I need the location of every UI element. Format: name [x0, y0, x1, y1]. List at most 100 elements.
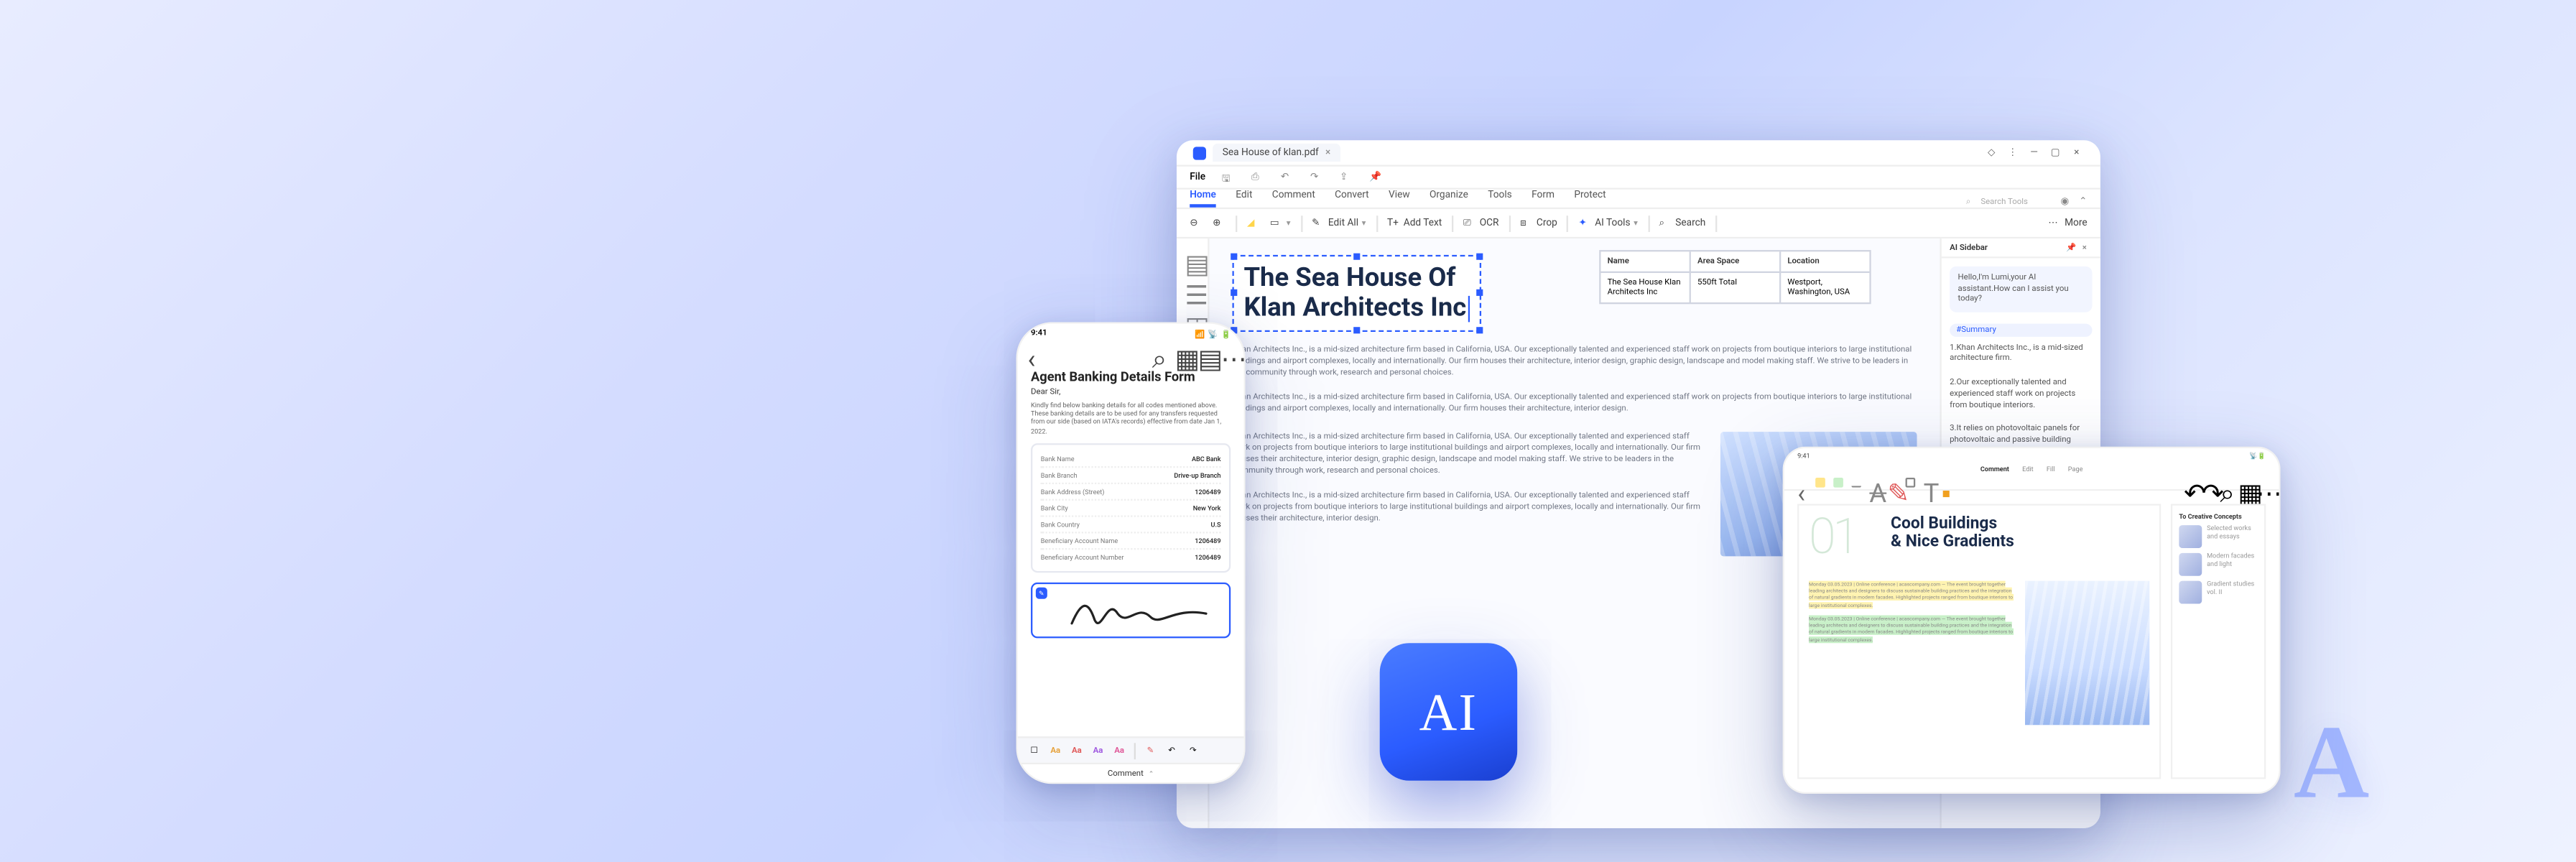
note-icon[interactable]: ▪ [1942, 477, 1952, 487]
highlighted-text: Monday 03.05.2023 | Online conference | … [1809, 615, 2013, 642]
kebab-icon[interactable]: ⋮ [2006, 145, 2021, 160]
phone-document[interactable]: Agent Banking Details Form Dear Sir, Kin… [1018, 360, 1244, 736]
redo-icon[interactable]: ↷ [1187, 743, 1200, 756]
side-panel-item[interactable]: Selected works and essays [2179, 525, 2257, 548]
highlighted-text: Monday 03.05.2023 | Online conference | … [1809, 581, 2013, 608]
ocr-button[interactable]: ⎚OCR [1463, 216, 1499, 229]
ribbon-tab-comment[interactable]: Comment [1272, 190, 1315, 208]
redo-icon[interactable]: ↷ [2202, 477, 2212, 487]
grid-icon[interactable]: ▦ [2238, 477, 2248, 487]
shape-tool[interactable]: ▭▾ [1270, 216, 1291, 229]
more-icon[interactable]: ⋯ [2256, 477, 2266, 487]
document-table: Name Area Space Location The Sea House K… [1599, 250, 1871, 304]
underline-icon[interactable] [1851, 477, 1861, 487]
strikethrough-icon[interactable]: A [1869, 477, 1879, 487]
ai-app-badge: AI [1380, 643, 1518, 781]
form-row: Bank NameABC Bank [1041, 451, 1221, 468]
search-button[interactable]: ⌕Search [1659, 216, 1705, 229]
ribbon-tabs: Home Edit Comment Convert View Organize … [1177, 190, 2100, 209]
maximize-icon[interactable]: ▢ [2048, 145, 2063, 160]
back-icon[interactable]: ‹ [1797, 477, 1807, 487]
ai-tools-button[interactable]: ✦AI Tools▾ [1578, 216, 1637, 229]
file-menu[interactable]: File [1190, 172, 1205, 183]
back-icon[interactable]: ‹ [1027, 343, 1040, 356]
ribbon-tab-tools[interactable]: Tools [1488, 190, 1512, 208]
highlight-yellow-icon[interactable] [1815, 477, 1825, 487]
text-style-icon[interactable]: Aa [1049, 743, 1062, 756]
close-panel-icon[interactable]: × [2082, 243, 2093, 253]
bookmark-icon[interactable]: ☰ [1185, 279, 1200, 295]
phone-status-bar: 9:41 📶 📡 🔋 [1018, 324, 1244, 340]
text-style-icon[interactable]: Aa [1070, 743, 1083, 756]
crop-button[interactable]: ⧈Crop [1520, 216, 1557, 229]
text-style-icon[interactable]: Aa [1091, 743, 1104, 756]
document-tab[interactable]: Sea House of klan.pdf × [1213, 144, 1340, 162]
grid-icon[interactable]: ▦ [1175, 343, 1188, 356]
help-icon[interactable]: ◉ [2061, 196, 2070, 208]
text-icon[interactable]: T [1924, 477, 1934, 487]
document-paragraph: Khan Architects Inc., is a mid-sized arc… [1232, 392, 1917, 415]
more-icon[interactable]: ⋯ [1221, 343, 1234, 356]
undo-icon[interactable]: ↶ [1281, 170, 1294, 183]
undo-icon[interactable]: ↶ [1165, 743, 1178, 756]
side-panel-item[interactable]: Gradient studies vol. II [2179, 581, 2257, 604]
table-header: Name [1600, 251, 1690, 273]
zoom-out-button[interactable]: ⊖ [1190, 216, 1203, 229]
close-tab-icon[interactable]: × [1325, 147, 1330, 158]
search-tools[interactable]: ⌕ Search Tools [1966, 198, 2028, 208]
pen-tool-icon[interactable]: ✎ [1144, 743, 1157, 756]
collapse-ribbon-icon[interactable]: ⌃ [2079, 196, 2087, 208]
toolbar: ⊖ ⊕ ◢ ▭▾ ✎Edit All▾ T+Add Text ⎚OCR ⧈Cro… [1177, 209, 2100, 238]
edit-all-button[interactable]: ✎Edit All▾ [1312, 216, 1366, 229]
tablet-tab-page[interactable]: Page [2068, 464, 2083, 472]
tablet-mode-tabs: Comment Edit Fill Page [1784, 461, 2279, 474]
page-thumbnail-icon[interactable]: ▤ [1185, 249, 1200, 264]
ribbon-tab-edit[interactable]: Edit [1236, 190, 1252, 208]
pin-panel-icon[interactable]: 📌 [2066, 243, 2076, 253]
redo-icon[interactable]: ↷ [1310, 170, 1323, 183]
add-text-button[interactable]: T+Add Text [1387, 216, 1442, 229]
side-panel-item[interactable]: Modern facades and light [2179, 553, 2257, 576]
thumbnail-icon [2179, 581, 2202, 604]
table-cell: Westport, Washington, USA [1781, 273, 1869, 302]
more-button[interactable]: ⋯More [2048, 216, 2087, 229]
tablet-tab-comment[interactable]: Comment [1980, 464, 2009, 472]
tablet-tab-edit[interactable]: Edit [2022, 464, 2033, 472]
ai-summary-tag[interactable]: #Summary [1950, 323, 2092, 336]
checkbox-tool-icon[interactable]: ☐ [1027, 743, 1040, 756]
ribbon-tab-view[interactable]: View [1389, 190, 1410, 208]
highlight-green-icon[interactable] [1833, 477, 1843, 487]
pen-icon[interactable]: ✎ [1887, 477, 1897, 487]
shape-icon[interactable] [1906, 477, 1916, 487]
notification-icon[interactable]: ◇ [1984, 145, 1999, 160]
save-icon[interactable]: 🖫 [1222, 170, 1235, 183]
ai-sidebar-title: AI Sidebar [1950, 243, 1988, 253]
ribbon-tab-organize[interactable]: Organize [1430, 190, 1468, 208]
text-style-icon[interactable]: Aa [1113, 743, 1126, 756]
highlighter-tool[interactable]: ◢ [1247, 216, 1260, 229]
phone-form-card: Bank NameABC Bank Bank BranchDrive-up Br… [1031, 443, 1231, 573]
signature-field[interactable]: ✎ [1031, 582, 1231, 638]
selected-text-box[interactable]: The Sea House Of Klan Architects Inc [1232, 255, 1481, 332]
ribbon-tab-protect[interactable]: Protect [1574, 190, 1606, 208]
pin-icon[interactable]: 📌 [1369, 170, 1382, 183]
print-icon[interactable]: ⎙ [1251, 170, 1264, 183]
ribbon-tab-form[interactable]: Form [1532, 190, 1555, 208]
phone-bottom-bar[interactable]: Comment ⌃ [1018, 763, 1244, 782]
tablet-page[interactable]: 01 Cool Buildings & Nice Gradients Monda… [1797, 504, 2161, 779]
ribbon-tab-convert[interactable]: Convert [1335, 190, 1369, 208]
ribbon-tab-home[interactable]: Home [1190, 190, 1216, 208]
search-tools-placeholder: Search Tools [1980, 198, 2028, 208]
bookmark-icon[interactable]: ▤ [1198, 343, 1211, 356]
minimize-icon[interactable]: — [2026, 145, 2042, 160]
signature-badge-icon: ✎ [1036, 587, 1047, 598]
tablet-tab-fill[interactable]: Fill [2047, 464, 2055, 472]
search-icon[interactable]: ⌕ [1152, 343, 1165, 356]
phone-bottom-label: Comment [1108, 769, 1144, 779]
close-window-icon[interactable]: × [2070, 145, 2085, 160]
zoom-in-button[interactable]: ⊕ [1213, 216, 1226, 229]
share-icon[interactable]: ⇪ [1340, 170, 1353, 183]
undo-icon[interactable]: ↶ [2184, 477, 2194, 487]
ai-summary-point: 2.Our exceptionally talented and experie… [1950, 378, 2092, 411]
search-icon[interactable]: ⌕ [2220, 477, 2230, 487]
